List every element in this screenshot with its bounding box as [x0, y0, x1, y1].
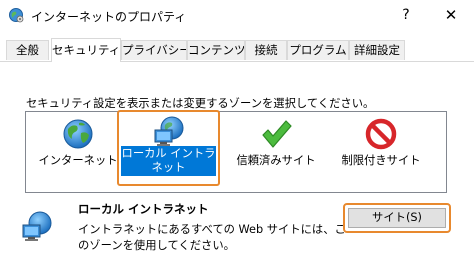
window-title: インターネットのプロパティ [31, 10, 187, 24]
tab-programs[interactable]: プログラム [287, 40, 349, 60]
local-intranet-icon [152, 115, 186, 149]
zone-description: イントラネットにあるすべての Web サイトには、このゾーンを使用してください。 [78, 223, 346, 252]
internet-properties-dialog: インターネットのプロパティ ? ✕ 全般 セキュリティ プライバシー コンテンツ… [0, 0, 474, 258]
zone-trusted-sites[interactable]: 信頼済みサイト [226, 115, 326, 187]
internet-options-icon [8, 7, 24, 23]
zone-label: 信頼済みサイト [236, 154, 316, 167]
zone-label: ローカル イントラネット [121, 146, 216, 176]
tab-privacy[interactable]: プライバシー [121, 40, 187, 60]
zone-restricted-sites[interactable]: 制限付きサイト [331, 115, 431, 187]
zone-label: インターネット [38, 154, 118, 167]
zone-title: ローカル イントラネット [78, 202, 209, 216]
local-intranet-icon [20, 210, 54, 244]
sites-button[interactable]: サイト(S) [348, 208, 446, 228]
security-tab-panel: セキュリティ設定を表示または変更するゾーンを選択してください。 インターネット … [0, 61, 474, 258]
globe-icon [61, 117, 95, 151]
zone-internet[interactable]: インターネット [30, 115, 126, 187]
tab-strip: 全般 セキュリティ プライバシー コンテンツ 接続 プログラム 詳細設定 [0, 38, 474, 62]
zone-label: 制限付きサイト [341, 154, 421, 167]
tab-security[interactable]: セキュリティ [51, 38, 121, 62]
tab-advanced[interactable]: 詳細設定 [349, 40, 405, 60]
sites-button-highlight: サイト(S) [343, 203, 451, 233]
no-entry-icon [364, 117, 398, 151]
title-bar[interactable]: インターネットのプロパティ ? ✕ [0, 0, 474, 31]
green-check-icon [259, 117, 293, 151]
tab-content[interactable]: コンテンツ [187, 40, 245, 60]
close-button[interactable]: ✕ [428, 0, 474, 31]
help-button[interactable]: ? [388, 0, 424, 31]
zone-list: インターネット ローカル イントラネット 信頼済みサイト 制限付きサイト [25, 110, 447, 193]
zone-local-intranet[interactable]: ローカル イントラネット [117, 110, 220, 186]
tab-general[interactable]: 全般 [6, 40, 49, 60]
zone-instruction: セキュリティ設定を表示または変更するゾーンを選択してください。 [26, 97, 375, 110]
tab-connections[interactable]: 接続 [245, 40, 287, 60]
